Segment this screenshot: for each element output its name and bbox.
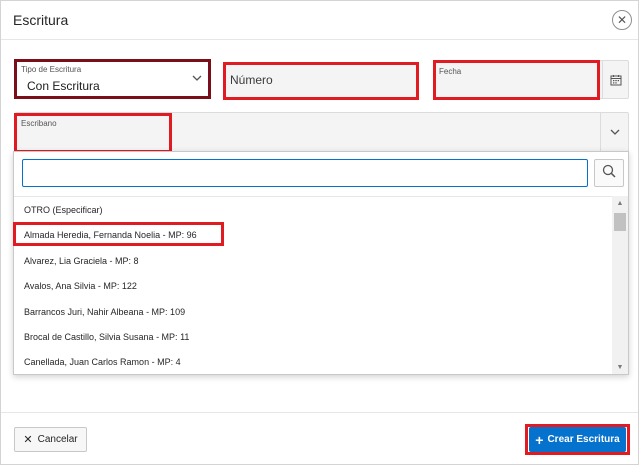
create-button-highlight <box>525 424 630 455</box>
calendar-icon[interactable] <box>602 61 628 98</box>
search-button[interactable] <box>594 159 624 187</box>
list-item[interactable]: Canellada, Juan Carlos Ramon - MP: 4 <box>24 357 181 367</box>
cancel-label: Cancelar <box>37 434 78 445</box>
search-icon <box>602 164 616 183</box>
escritura-dialog: Escritura ✕ Tipo de Escritura Con Escrit… <box>0 0 639 465</box>
numero-highlight <box>223 62 419 100</box>
list-item[interactable]: Avalos, Ana Silvia - MP: 122 <box>24 281 137 291</box>
close-icon: ✕ <box>616 13 628 27</box>
fecha-highlight <box>433 60 600 100</box>
footer-divider <box>1 412 638 413</box>
tipo-escritura-highlight <box>14 59 211 99</box>
list-item[interactable]: Alvarez, Lia Graciela - MP: 8 <box>24 256 139 266</box>
escribano-search-input[interactable] <box>22 159 588 187</box>
list-item-highlight <box>13 222 224 246</box>
list-item[interactable]: Barrancos Juri, Nahir Albeana - MP: 109 <box>24 307 185 317</box>
list-scrollbar[interactable]: ▲ ▼ <box>612 196 628 374</box>
dialog-titlebar: Escritura ✕ <box>1 1 638 40</box>
close-icon: ✕ <box>23 434 33 446</box>
scroll-down-icon[interactable]: ▼ <box>612 360 628 374</box>
dialog-title: Escritura <box>13 12 69 28</box>
close-button[interactable]: ✕ <box>612 10 632 30</box>
chevron-down-icon <box>600 113 628 151</box>
escribano-highlight <box>14 113 172 153</box>
escribano-dropdown: OTRO (Especificar) Almada Heredia, Ferna… <box>13 151 629 375</box>
list-item[interactable]: OTRO (Especificar) <box>24 205 103 215</box>
scroll-thumb[interactable] <box>614 213 626 231</box>
scroll-up-icon[interactable]: ▲ <box>612 196 628 210</box>
list-item[interactable]: Brocal de Castillo, Silvia Susana - MP: … <box>24 332 189 342</box>
cancel-button[interactable]: ✕ Cancelar <box>14 427 87 452</box>
